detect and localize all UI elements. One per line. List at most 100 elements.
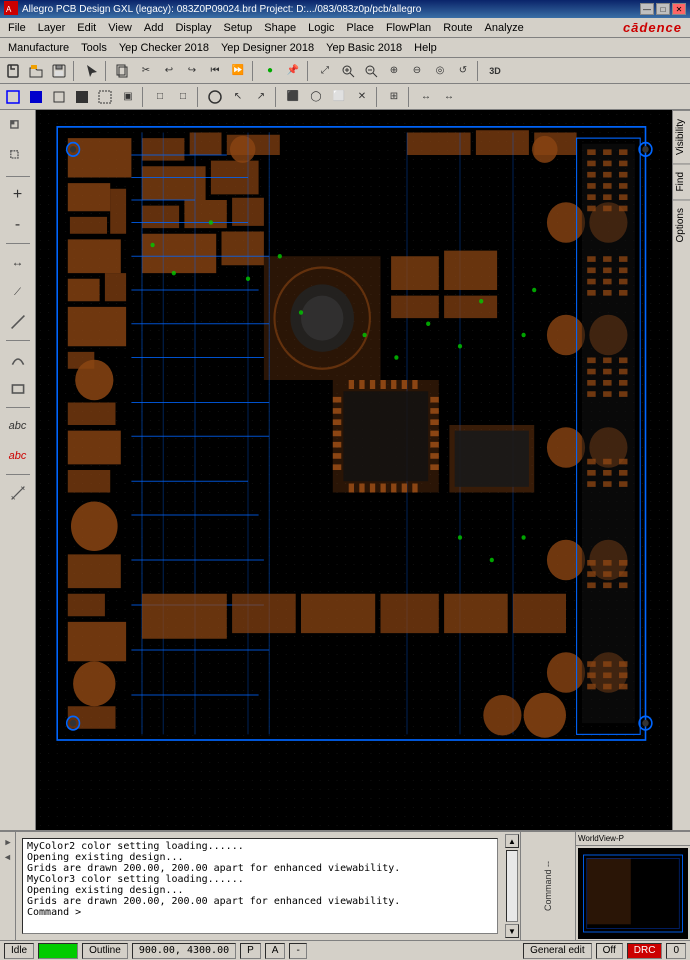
tb-cut[interactable]: ✂ [135, 60, 157, 82]
menu-flowplan[interactable]: FlowPlan [380, 20, 437, 36]
toolbar-2: ▣ □ □ ↖ ↗ ⬛ ◯ ⬜ ✕ ⊞ ↔ ↔ [0, 84, 690, 110]
tb2-17[interactable]: ↔ [415, 86, 437, 108]
tb-refresh[interactable]: ↺ [452, 60, 474, 82]
scroll-up-btn[interactable]: ▲ [505, 834, 519, 848]
cmd-line-1: MyColor2 color setting loading...... [27, 841, 493, 852]
tb2-4[interactable] [71, 86, 93, 108]
cmd-arrow-1: ◄ [3, 838, 13, 848]
status-coordinates: 900.00, 4300.00 [132, 943, 236, 959]
sidebar-route[interactable]: ⟋ [4, 278, 32, 306]
tb-save[interactable] [48, 60, 70, 82]
sidebar-add-arc[interactable] [4, 345, 32, 373]
tb2-2[interactable] [25, 86, 47, 108]
tab-find[interactable]: Find [673, 163, 690, 199]
tb-zoom-previous[interactable]: ⊖ [406, 60, 428, 82]
tb-ratsnest[interactable]: ● [259, 60, 281, 82]
menu-layer[interactable]: Layer [32, 20, 72, 36]
pcb-svg [36, 110, 672, 830]
cadence-logo: cādence [623, 20, 688, 35]
tb-zoom-fit[interactable]: ⤢ [314, 60, 336, 82]
menu-view[interactable]: View [102, 20, 138, 36]
tb2-1[interactable] [2, 86, 24, 108]
scroll-track[interactable] [506, 850, 518, 922]
tb2-11[interactable]: ↗ [250, 86, 272, 108]
sidebar-measure[interactable] [4, 479, 32, 507]
menu-bar-2: Manufacture Tools Yep Checker 2018 Yep D… [0, 38, 690, 58]
close-button[interactable]: ✕ [672, 3, 686, 15]
tb2-12[interactable]: ⬛ [282, 86, 304, 108]
tb2-5[interactable] [94, 86, 116, 108]
menu-edit[interactable]: Edit [71, 20, 102, 36]
menu-logic[interactable]: Logic [302, 20, 340, 36]
sidebar-add-line[interactable] [4, 308, 32, 336]
tb-pointer[interactable] [80, 60, 102, 82]
tb2-10[interactable]: ↖ [227, 86, 249, 108]
sidebar-add-text2[interactable]: abc [4, 442, 32, 470]
pcb-canvas-area[interactable] [36, 110, 672, 830]
toolbar-sep-3 [252, 61, 256, 81]
tb-new[interactable] [2, 60, 24, 82]
menu-manufacture[interactable]: Manufacture [2, 40, 75, 56]
tb2-16[interactable]: ⊞ [383, 86, 405, 108]
tb2-15[interactable]: ✕ [351, 86, 373, 108]
menu-place[interactable]: Place [340, 20, 380, 36]
tb2-3[interactable] [48, 86, 70, 108]
sidebar-select[interactable] [4, 114, 32, 142]
app-icon: A [4, 1, 18, 18]
menu-file[interactable]: File [2, 20, 32, 36]
tb-3d[interactable]: 3D [484, 60, 506, 82]
menu-yep-designer[interactable]: Yep Designer 2018 [215, 40, 320, 56]
menu-display[interactable]: Display [169, 20, 217, 36]
tb-zoom-in-rect[interactable] [337, 60, 359, 82]
status-off: Off [596, 943, 623, 959]
scroll-down-btn[interactable]: ▼ [505, 924, 519, 938]
menu-add[interactable]: Add [138, 20, 170, 36]
worldview-svg [578, 848, 688, 939]
menu-analyze[interactable]: Analyze [479, 20, 530, 36]
tb-back[interactable]: ⏮ [204, 60, 226, 82]
tb-redo[interactable]: ↪ [181, 60, 203, 82]
sidebar-move[interactable]: ↔ [4, 248, 32, 276]
menu-shape[interactable]: Shape [258, 20, 302, 36]
tab-visibility[interactable]: Visibility [673, 110, 690, 163]
status-a: A [265, 943, 286, 959]
sidebar-zoom-out[interactable]: - [4, 211, 32, 239]
tb2-13[interactable]: ◯ [305, 86, 327, 108]
tb2-7[interactable]: □ [149, 86, 171, 108]
tb2-14[interactable]: ⬜ [328, 86, 350, 108]
menu-yep-checker[interactable]: Yep Checker 2018 [113, 40, 215, 56]
tb2-9[interactable] [204, 86, 226, 108]
sidebar-zoom-in[interactable]: + [4, 181, 32, 209]
tb-copy[interactable] [112, 60, 134, 82]
cmd-line-2: Opening existing design... [27, 852, 493, 863]
maximize-button[interactable]: □ [656, 3, 670, 15]
status-outline: Outline [82, 943, 128, 959]
sidebar-sep-4 [6, 407, 30, 408]
menu-setup[interactable]: Setup [218, 20, 259, 36]
toolbar2-sep-4 [376, 87, 380, 107]
status-page: 0 [666, 943, 686, 959]
sidebar-add-text[interactable]: abc [4, 412, 32, 440]
minimize-button[interactable]: — [640, 3, 654, 15]
tb2-8[interactable]: □ [172, 86, 194, 108]
tb-fwd[interactable]: ⏩ [227, 60, 249, 82]
sidebar-add-rect[interactable] [4, 375, 32, 403]
title-bar: A Allegro PCB Design GXL (legacy): 083Z0… [0, 0, 690, 18]
sidebar-sep-3 [6, 340, 30, 341]
menu-help[interactable]: Help [408, 40, 443, 56]
menu-yep-basic[interactable]: Yep Basic 2018 [320, 40, 408, 56]
sidebar-select2[interactable] [4, 144, 32, 172]
menu-tools[interactable]: Tools [75, 40, 113, 56]
tb-zoom-center[interactable]: ◎ [429, 60, 451, 82]
tb-open[interactable] [25, 60, 47, 82]
tb-pin[interactable]: 📌 [282, 60, 304, 82]
tb-zoom-in[interactable]: ⊕ [383, 60, 405, 82]
tab-options[interactable]: Options [673, 199, 690, 250]
menu-route[interactable]: Route [437, 20, 478, 36]
cmd-line-4: MyColor3 color setting loading...... [27, 874, 493, 885]
sidebar-sep-1 [6, 176, 30, 177]
tb2-6[interactable]: ▣ [117, 86, 139, 108]
tb-undo[interactable]: ↩ [158, 60, 180, 82]
tb-zoom-out[interactable] [360, 60, 382, 82]
tb2-18[interactable]: ↔ [438, 86, 460, 108]
